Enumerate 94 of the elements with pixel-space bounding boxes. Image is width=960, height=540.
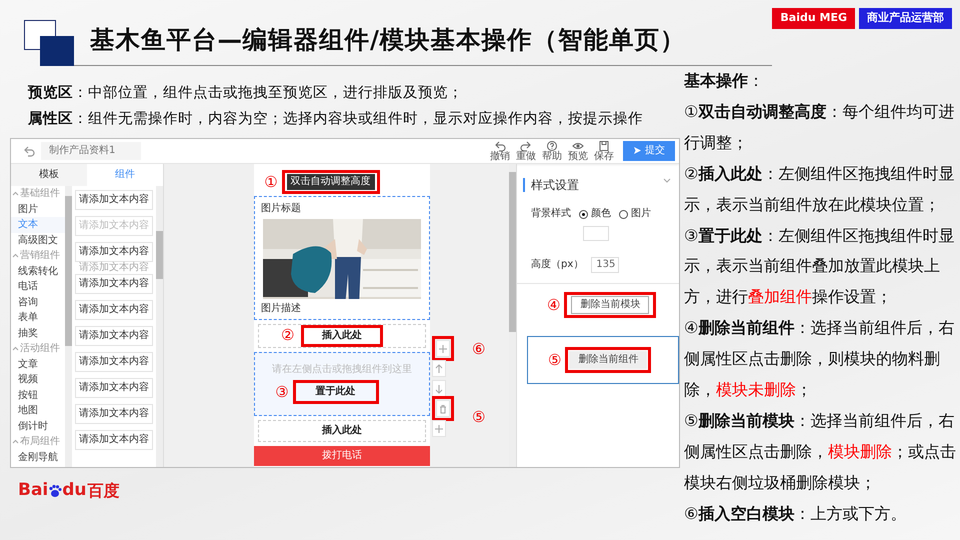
category-item[interactable]: 倒计时 (11, 418, 65, 434)
save-icon (598, 140, 610, 152)
logo-text: Bai (18, 479, 48, 502)
category-item[interactable]: 抽奖 (11, 326, 65, 341)
color-swatch[interactable] (583, 226, 609, 242)
image-component[interactable]: 图片标题 图片描述 (254, 196, 430, 320)
component-item[interactable]: 请添加文本内容 (75, 300, 153, 320)
field-label: 背景样式 (531, 208, 571, 220)
toolbar-button[interactable]: 帮助 (538, 140, 565, 162)
radio-option[interactable]: 图片 (619, 208, 651, 220)
delete-module-button[interactable]: 删除当前模块 (571, 296, 650, 314)
category-item[interactable]: 表单 (11, 310, 65, 326)
scrollbar[interactable] (156, 186, 163, 467)
undo-icon (494, 140, 506, 152)
intro-text: 属性区：组件无需操作时，内容为空；选择内容块或组件时，显示对应操作内容，按提示操作 (28, 109, 644, 129)
field-label: 高度（px） (531, 259, 584, 272)
category-item[interactable]: 咨询 (11, 294, 65, 310)
category-item[interactable]: 金刚导航 (11, 450, 65, 465)
annotation-number: ① (264, 174, 278, 190)
chevron-icon (663, 178, 671, 183)
plus-icon (434, 424, 444, 434)
notes-heading: 基本操作： (684, 70, 765, 92)
delete-component-button[interactable]: 删除当前组件 (569, 351, 648, 370)
scrollbar[interactable] (65, 186, 72, 467)
component-item[interactable]: 请添加文本内容 (75, 274, 153, 294)
note-paragraph: ⑥插入空白模块：上方或下方。 (684, 502, 908, 525)
send-icon (632, 146, 642, 155)
component-item[interactable]: 请添加文本内容 (75, 190, 153, 210)
radio-option[interactable]: 颜色 (579, 208, 611, 220)
category-item[interactable]: 文章 (11, 356, 65, 372)
drag-ghost-text: 请添加文本内容 (78, 262, 150, 274)
intro-text: 预览区：中部位置，组件点击或拖拽至预览区，进行排版及预览； (28, 83, 464, 103)
annotation-frame: 插入此处 (301, 325, 383, 347)
help-icon (546, 140, 558, 152)
annotation-number: ⑥ (472, 342, 486, 357)
trash-icon (438, 404, 448, 414)
call-button[interactable]: 拨打电话 (254, 446, 430, 466)
note-paragraph: ②插入此处：左侧组件区拖拽组件时显示，表示当前组件放在此模块位置； (684, 162, 956, 216)
section-title: 样式设置 (531, 178, 579, 192)
arrow-down-icon (434, 384, 444, 394)
toolbar-button[interactable]: 保存 (590, 140, 617, 162)
module-tool-button[interactable] (436, 340, 450, 357)
image-caption: 图片描述 (261, 303, 302, 315)
annotation-number: ④ (547, 298, 560, 313)
note-paragraph: ④删除当前组件：选择当前组件后，右侧属性区点击删除，则模块的物料删除，模块未删除； (684, 317, 956, 402)
category-item[interactable]: 电话 (11, 279, 65, 294)
toolbar-button[interactable]: 重做 (512, 140, 539, 162)
component-item[interactable]: 请添加文本内容 (75, 404, 153, 424)
logo-text: 百度 (88, 480, 120, 502)
drop-hint: 请在左侧点击或拖拽组件到这里 (272, 364, 412, 376)
category-item[interactable]: 按钮 (11, 388, 65, 403)
component-item[interactable]: 请添加文本内容 (75, 242, 153, 262)
tag-label: Baidu MEG (772, 8, 855, 28)
insert-slot[interactable]: 插入此处 (258, 420, 426, 442)
eye-icon (572, 140, 584, 152)
category-item[interactable]: 地图 (11, 403, 65, 418)
module-tool-button[interactable] (432, 380, 446, 397)
plus-icon (438, 344, 448, 354)
annotation-number: ⑤ (472, 410, 486, 425)
redo-icon (520, 140, 532, 152)
toolbar-button[interactable]: 预览 (564, 140, 591, 162)
image-title: 图片标题 (261, 203, 302, 215)
module-tool-button[interactable] (432, 420, 446, 437)
tooltip: 双击自动调整高度 (286, 174, 375, 190)
paw-icon (48, 484, 62, 498)
undo-icon (23, 145, 35, 157)
insert-slot[interactable]: ② 插入此处 (258, 324, 426, 348)
category-item[interactable]: 高级图文 (11, 232, 65, 248)
annotation-number: ② (281, 328, 294, 343)
logo-text: du (62, 479, 87, 502)
component-item[interactable]: 请添加文本内容 (75, 430, 153, 450)
logo-squares-icon (24, 20, 76, 66)
component-item[interactable]: 请添加文本内容 (75, 326, 153, 346)
arrow-up-icon (434, 364, 444, 374)
document-title-field[interactable]: 制作产品资料1 (41, 142, 141, 160)
panel-tab[interactable]: 模板 (11, 164, 87, 186)
module-tool-button[interactable] (436, 400, 450, 417)
note-paragraph: ⑤删除当前模块：选择当前组件后，右侧属性区点击删除，模块删除；或点击模块右侧垃圾桶删除模块； (684, 410, 956, 494)
slide-title: 基木鱼平台—编辑器组件/模块基本操作（智能单页） (90, 24, 686, 56)
tag-label: 商业产品运营部 (859, 8, 952, 28)
annotation-frame: 置于此处 (292, 380, 379, 404)
annotation-number: ③ (275, 384, 289, 400)
note-paragraph: ③置于此处：左侧组件区拖拽组件时显示，表示当前组件叠加放置此模块上方，进行叠加组件操作设置； (684, 224, 956, 308)
number-field[interactable]: 135 (591, 257, 620, 274)
module-tool-button[interactable] (432, 360, 446, 377)
category-item[interactable]: 图片 (11, 202, 65, 217)
note-paragraph: ①双击自动调整高度：每个组件均可进行调整； (684, 100, 956, 154)
toolbar-button[interactable]: 撤销 (486, 140, 513, 162)
annotation-number: ⑤ (548, 352, 562, 368)
category-item[interactable]: 线索转化 (11, 264, 65, 279)
component-item[interactable]: 请添加文本内容 (75, 378, 153, 398)
drop-module[interactable]: 请在左侧点击或拖拽组件到这里 ③ 置于此处 (254, 352, 430, 416)
component-item[interactable]: 请添加文本内容 (75, 352, 153, 372)
category-item[interactable]: 视频 (11, 372, 65, 388)
